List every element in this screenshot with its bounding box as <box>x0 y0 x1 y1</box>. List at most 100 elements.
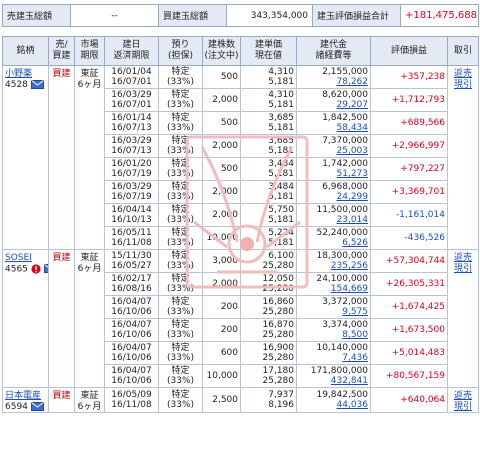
table-row: 小野薬 4528 買建 東証 6ヶ月 16/01/04 16/07/01 特定 (33%) 500… <box>2 65 479 250</box>
stock-name-link[interactable]: SOSEI <box>5 253 32 263</box>
amount-cell-bottom[interactable]: 29,207 <box>337 100 369 110</box>
amount-cell: 19,842,500 44,036 <box>296 387 371 413</box>
qty-cell-top: 500 <box>220 117 238 128</box>
amount-cell-bottom[interactable]: 78,262 <box>337 77 369 87</box>
positions-table: 銘柄 売/買建 市場 期限 建日 返済期限 預り (担保) 建株数 (注文中) 建単価現… <box>2 36 479 413</box>
amount-cell: 52,240,000 6,526 <box>296 226 371 250</box>
qty-cell-top: 500 <box>220 71 238 82</box>
date-cell-bottom: 16/07/13 <box>111 146 152 156</box>
qty-cell: 2,000 <box>202 134 241 158</box>
qty-cell-top: 10,000 <box>206 232 239 243</box>
price-cell: 17,180 25,280 <box>240 364 297 388</box>
price-cell-bottom: 5,181 <box>268 192 294 202</box>
sell-return-link[interactable]: 返売 <box>454 391 472 401</box>
qty-cell: 500 <box>202 157 241 181</box>
sell-total-value: -- <box>70 4 159 27</box>
pl-cell: +1,673,500 <box>370 318 448 342</box>
amount-cell-bottom[interactable]: 7,436 <box>342 353 368 363</box>
total-pl-label: 建玉評価損益合計 <box>312 4 401 27</box>
amount-cell-bottom[interactable]: 154,669 <box>331 284 368 294</box>
kind-cell-top: 特定 <box>171 389 190 400</box>
amount-cell-bottom[interactable]: 25,003 <box>337 146 369 156</box>
amount-cell-bottom[interactable]: 9,575 <box>342 307 368 317</box>
date-cell-bottom: 16/07/01 <box>111 100 152 110</box>
date-cell: 16/01/04 16/07/01 <box>104 65 159 89</box>
qty-cell: 500 <box>202 111 241 135</box>
pl-cell: +80,567,159 <box>370 364 448 388</box>
amount-cell-bottom[interactable]: 24,299 <box>337 192 369 202</box>
price-cell-top: 16,870 <box>262 319 295 330</box>
date-cell-bottom: 16/10/06 <box>111 330 152 340</box>
amount-cell: 10,140,000 7,436 <box>296 341 371 365</box>
stock-name-link[interactable]: 小野薬 <box>5 69 32 79</box>
mail-icon[interactable] <box>30 79 44 89</box>
stock-name-link[interactable]: 日本電産 <box>5 391 41 401</box>
stock-cell: SOSEI 4565 <box>2 249 49 388</box>
price-cell: 4,310 5,181 <box>240 65 297 89</box>
amount-cell-top: 7,370,000 <box>322 135 368 146</box>
price-cell: 7,937 8,196 <box>240 387 297 413</box>
take-delivery-link[interactable]: 現引 <box>454 264 472 274</box>
qty-cell: 500 <box>202 65 241 89</box>
sell-return-link[interactable]: 返売 <box>454 253 472 263</box>
amount-cell-bottom[interactable]: 23,014 <box>337 215 369 225</box>
kind-cell: 特定 (33%) <box>158 387 203 413</box>
amount-cell-bottom[interactable]: 58,434 <box>337 123 369 133</box>
side-label: 買建 <box>52 253 71 263</box>
date-cell-bottom: 16/10/13 <box>111 215 152 225</box>
amount-cell-bottom[interactable]: 432,841 <box>331 376 368 386</box>
stock-code: 4565 <box>5 264 28 274</box>
price-cell-bottom: 5,181 <box>268 77 294 87</box>
kind-cell-bottom: (33%) <box>166 376 195 386</box>
date-cell-bottom: 16/07/19 <box>111 192 152 202</box>
amount-cell-bottom[interactable]: 8,500 <box>342 330 368 340</box>
pl-value: +5,014,483 <box>391 347 445 358</box>
qty-cell-top: 2,000 <box>212 209 238 220</box>
date-cell: 16/04/07 16/10/06 <box>104 364 159 388</box>
stock-cell: 小野薬 4528 <box>2 65 49 250</box>
kind-cell: 特定 (33%) <box>158 111 203 135</box>
take-delivery-link[interactable]: 現引 <box>454 80 472 90</box>
date-cell-top: 16/04/07 <box>111 365 152 376</box>
kind-cell-bottom: (33%) <box>166 77 195 87</box>
amount-cell: 3,372,000 9,575 <box>296 295 371 319</box>
col-pl: 評価損益 <box>370 36 448 66</box>
amount-cell-top: 18,300,000 <box>316 250 368 261</box>
kind-cell-top: 特定 <box>171 227 190 238</box>
mail-icon[interactable] <box>43 264 49 273</box>
amount-cell: 11,500,000 23,014 <box>296 203 371 227</box>
sell-return-link[interactable]: 返売 <box>454 69 472 79</box>
col-side: 売/買建 <box>48 36 75 66</box>
pl-value: +57,304,744 <box>385 255 445 266</box>
amount-cell-bottom[interactable]: 6,526 <box>342 238 368 248</box>
col-name: 銘柄 <box>2 36 49 66</box>
market-label: 東証 <box>80 253 99 263</box>
price-cell-bottom: 5,181 <box>268 146 294 156</box>
pl-cell: +26,305,331 <box>370 272 448 296</box>
price-cell: 16,870 25,280 <box>240 318 297 342</box>
amount-cell-bottom[interactable]: 51,273 <box>337 169 369 179</box>
side-cell: 買建 <box>48 249 75 388</box>
date-cell-top: 16/01/20 <box>111 158 152 169</box>
mail-icon[interactable] <box>30 401 44 411</box>
kind-cell-top: 特定 <box>171 365 190 376</box>
amount-cell-top: 24,100,000 <box>316 273 368 284</box>
take-delivery-link[interactable]: 現引 <box>454 402 472 412</box>
date-cell-bottom: 16/08/16 <box>111 284 152 294</box>
side-cell: 買建 <box>48 387 75 413</box>
kind-cell: 特定 (33%) <box>158 180 203 204</box>
price-cell-bottom: 5,181 <box>268 100 294 110</box>
price-cell-bottom: 5,181 <box>268 169 294 179</box>
price-cell-top: 16,860 <box>262 296 295 307</box>
action-cell: 返売 現引 <box>447 387 479 413</box>
date-cell: 16/05/11 16/11/08 <box>104 226 159 250</box>
amount-cell-bottom[interactable]: 44,036 <box>337 400 369 410</box>
date-cell-top: 16/01/04 <box>111 66 152 77</box>
kind-cell: 特定 (33%) <box>158 249 203 273</box>
market-cell: 東証 6ヶ月 <box>74 65 105 250</box>
amount-cell-bottom[interactable]: 235,256 <box>331 261 368 271</box>
price-cell: 3,685 5,181 <box>240 134 297 158</box>
table-row: 日本電産 6594 買建 東証 6ヶ月 16/05/09 16/11/08 特定 (33%) 2,… <box>2 387 479 413</box>
col-action: 取引 <box>447 36 479 66</box>
date-cell-top: 16/04/07 <box>111 296 152 307</box>
